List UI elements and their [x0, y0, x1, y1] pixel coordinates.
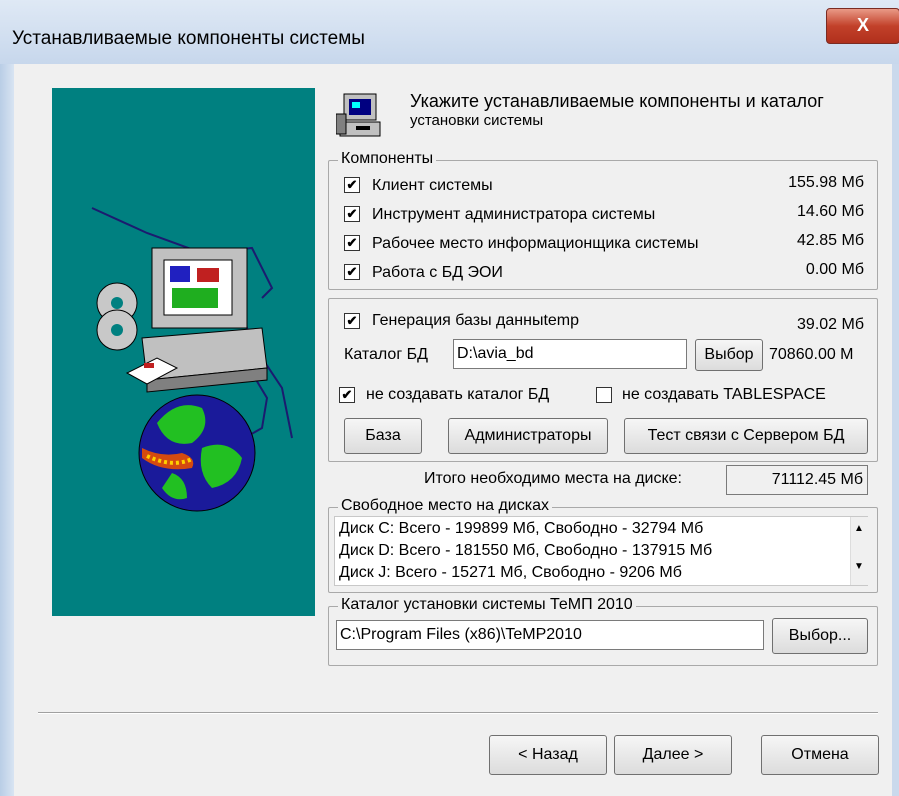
no-create-tablespace-label: не создавать TABLESPACE — [622, 386, 826, 403]
setup-computer-icon — [335, 92, 386, 142]
db-generation-label: Генерация базы данныtemp — [372, 312, 580, 329]
components-group-title: Компоненты — [338, 150, 437, 168]
client-checkbox[interactable]: ✔ — [344, 177, 360, 193]
list-item: Диск C: Всего - 199899 Мб, Свободно - 32… — [339, 520, 704, 537]
db-catalog-choose-button[interactable]: Выбор — [695, 339, 763, 371]
info-workplace-checkbox[interactable]: ✔ — [344, 235, 360, 251]
db-catalog-size: 70860.00 М — [769, 346, 854, 363]
administrators-button[interactable]: Администраторы — [448, 418, 608, 454]
scroll-up-icon[interactable]: ▲ — [854, 523, 864, 534]
list-item: Диск D: Всего - 181550 Мб, Свободно - 13… — [339, 542, 713, 559]
computer-globe-illustration — [91, 207, 293, 512]
free-space-group-title: Свободное место на дисках — [338, 497, 552, 515]
eoi-db-label: Работа с БД ЭОИ — [372, 264, 503, 281]
db-generation-size: 39.02 Мб — [797, 316, 864, 333]
footer-separator — [38, 712, 878, 714]
admin-tool-size: 14.60 Мб — [797, 203, 864, 220]
free-space-scrollbar[interactable]: ▲ ▼ — [850, 517, 868, 585]
header-line-1: Укажите устанавливаемые компоненты и кат… — [410, 91, 824, 111]
admin-tool-label: Инструмент администратора системы — [372, 206, 656, 223]
install-dir-choose-button[interactable]: Выбор... — [772, 618, 868, 654]
client-label: Клиент системы — [372, 177, 493, 194]
list-item: Диск J: Всего - 15271 Мб, Свободно - 920… — [339, 564, 682, 581]
install-dir-input[interactable]: C:\Program Files (x86)\TeMP2010 — [336, 620, 764, 650]
next-button[interactable]: Далее > — [614, 735, 732, 775]
installer-window: Устанавливаемые компоненты системы X Ука… — [0, 0, 899, 796]
no-create-catalog-checkbox[interactable]: ✔ — [339, 387, 355, 403]
admin-tool-checkbox[interactable]: ✔ — [344, 206, 360, 222]
title-bar[interactable]: Устанавливаемые компоненты системы X — [0, 0, 899, 64]
db-generation-checkbox[interactable]: ✔ — [344, 313, 360, 329]
eoi-db-checkbox[interactable]: ✔ — [344, 264, 360, 280]
scroll-down-icon[interactable]: ▼ — [854, 561, 864, 572]
free-space-list[interactable]: Диск C: Всего - 199899 Мб, Свободно - 32… — [334, 516, 868, 586]
cancel-button[interactable]: Отмена — [761, 735, 879, 775]
total-space-value: 71112.45 Мб — [726, 465, 868, 495]
info-workplace-size: 42.85 Мб — [797, 232, 864, 249]
total-space-label: Итого необходимо места на диске: — [424, 470, 682, 487]
window-frame-right — [892, 64, 899, 796]
back-button[interactable]: < Назад — [489, 735, 607, 775]
install-dir-group-title: Каталог установки системы ТеМП 2010 — [338, 596, 636, 614]
no-create-tablespace-checkbox[interactable] — [596, 387, 612, 403]
wizard-illustration — [52, 88, 315, 616]
eoi-db-size: 0.00 Мб — [805, 261, 864, 278]
db-catalog-input[interactable]: D:\avia_bd — [453, 339, 687, 369]
window-frame-left — [0, 64, 14, 796]
no-create-catalog-label: не создавать каталог БД — [366, 386, 550, 403]
db-catalog-label: Каталог БД — [344, 346, 428, 363]
info-workplace-label: Рабочее место информационщика системы — [372, 235, 699, 252]
test-server-connection-button[interactable]: Тест связи с Сервером БД — [624, 418, 868, 454]
client-size: 155.98 Мб — [788, 174, 864, 191]
header-line-2: установки системы — [410, 112, 544, 129]
close-button[interactable]: X — [826, 8, 899, 44]
base-button[interactable]: База — [344, 418, 422, 454]
window-title: Устанавливаемые компоненты системы — [12, 28, 365, 49]
